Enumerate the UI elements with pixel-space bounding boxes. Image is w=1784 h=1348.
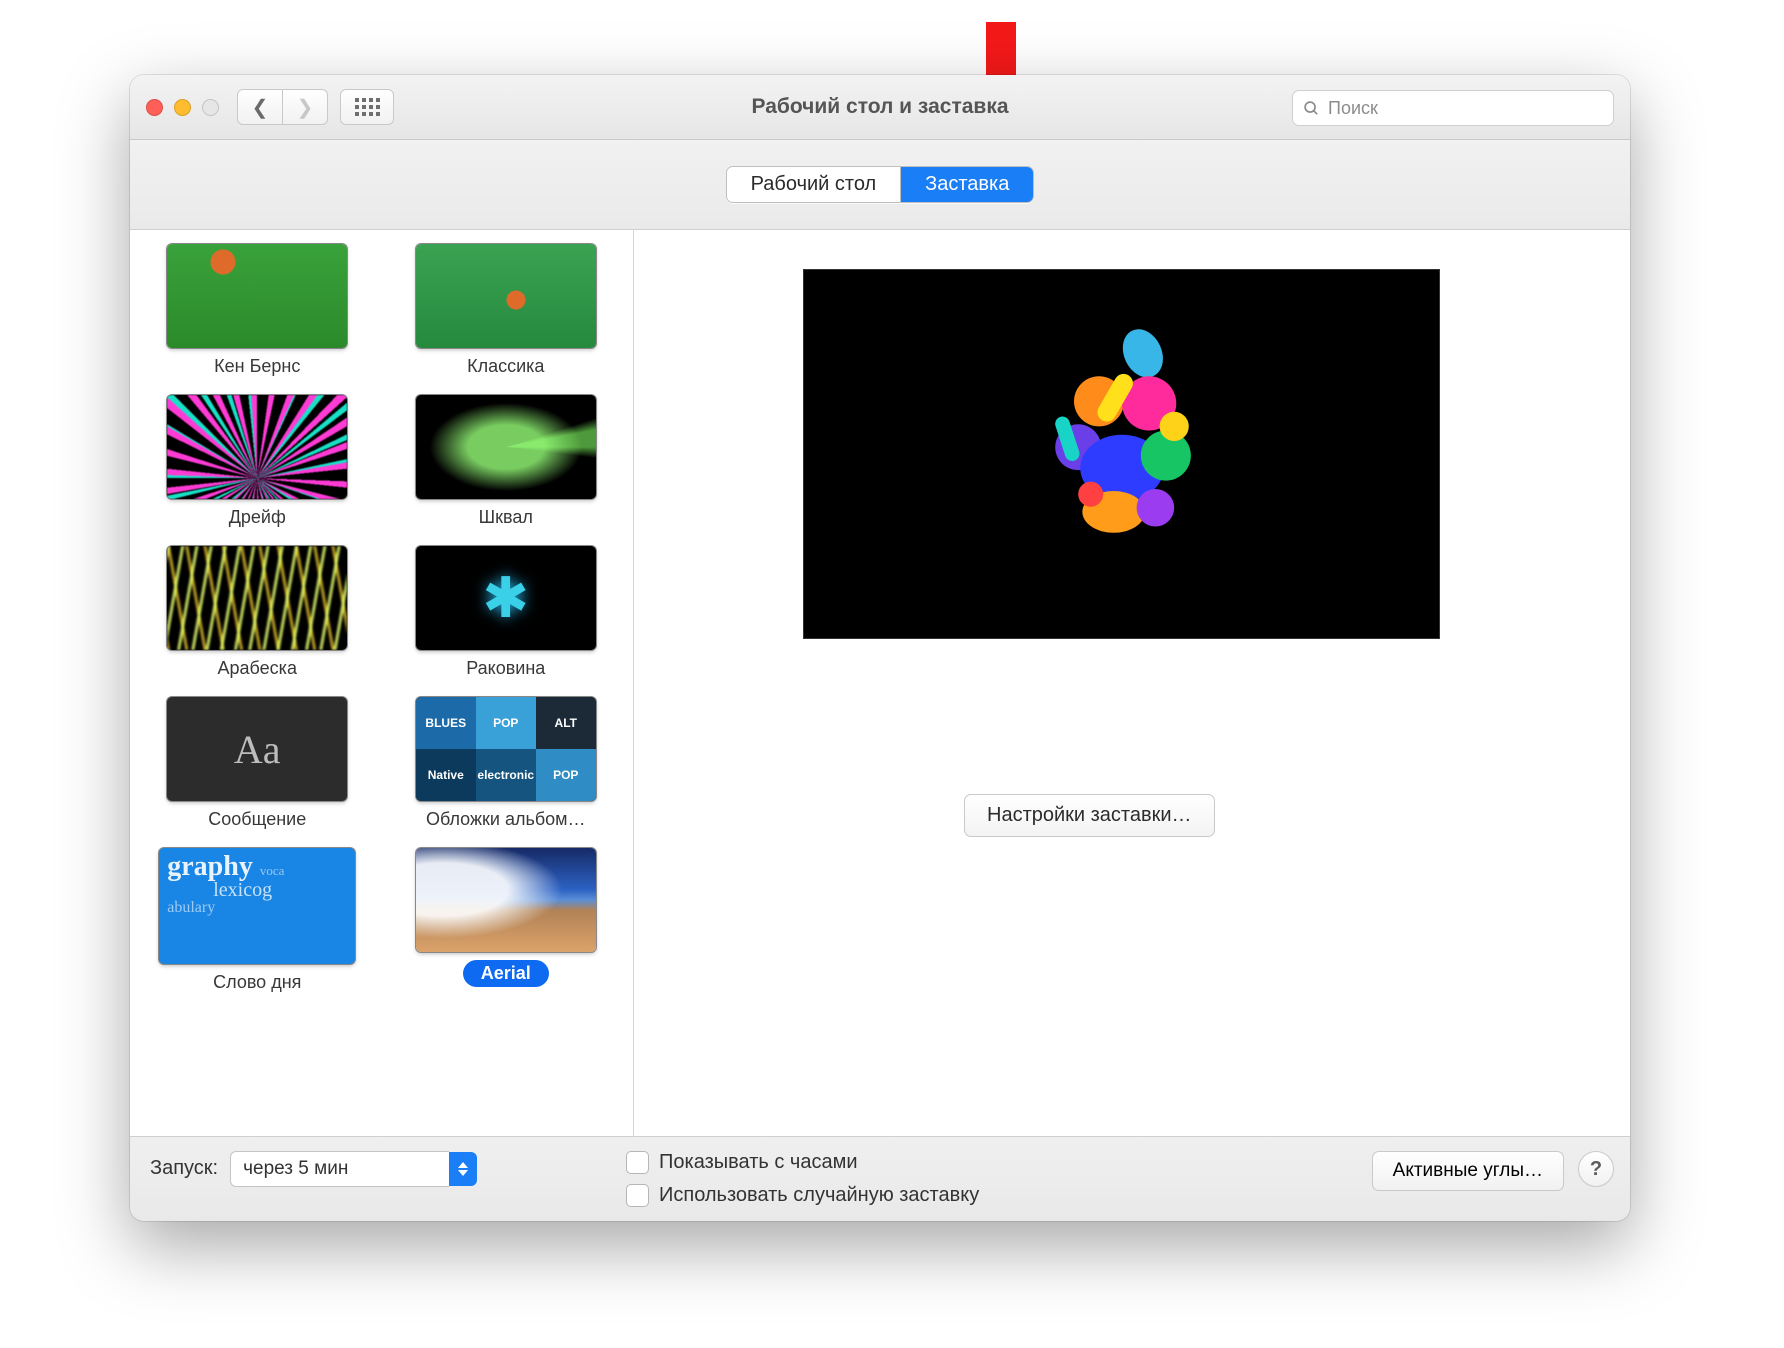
nav-forward-button: ❯	[283, 89, 328, 125]
start-after-select[interactable]: через 5 мин	[230, 1151, 477, 1187]
screensaver-drift[interactable]: Дрейф	[144, 395, 371, 528]
screensaver-gallery[interactable]: Кен Бернс Классика Дрейф Шквал	[130, 230, 634, 1136]
minimize-button[interactable]	[174, 99, 191, 116]
thumbnail	[416, 546, 596, 650]
preferences-window: ❮ ❯ Рабочий стол и заставка Поиск Рабочи…	[130, 75, 1630, 1221]
random-screensaver-label: Использовать случайную заставку	[659, 1184, 979, 1207]
screensaver-squall[interactable]: Шквал	[393, 395, 620, 528]
tab-bar: Рабочий стол Заставка	[130, 140, 1630, 230]
thumbnail	[416, 395, 596, 499]
tab-desktop[interactable]: Рабочий стол	[727, 167, 902, 202]
screensaver-aerial[interactable]: Aerial	[393, 848, 620, 993]
search-field[interactable]: Поиск	[1292, 90, 1614, 126]
stepper-icon	[449, 1152, 477, 1186]
show-all-prefs-button[interactable]	[340, 89, 394, 125]
thumbnail	[167, 395, 347, 499]
screensaver-word-of-day[interactable]: graphy voca lexicog abulary Слово дня	[144, 848, 371, 993]
show-clock-checkbox[interactable]: Показывать с часами	[626, 1151, 979, 1174]
titlebar: ❮ ❯ Рабочий стол и заставка Поиск	[130, 75, 1630, 140]
thumbnail	[416, 244, 596, 348]
screensaver-arabesque[interactable]: Арабеска	[144, 546, 371, 679]
thumbnail	[167, 546, 347, 650]
thumbnail: graphy voca lexicog abulary	[159, 848, 355, 964]
thumbnail	[416, 848, 596, 952]
search-placeholder: Поиск	[1328, 98, 1378, 119]
window-controls	[146, 99, 219, 116]
checkbox-icon	[626, 1151, 649, 1174]
screensaver-options-button[interactable]: Настройки заставки…	[964, 794, 1215, 837]
screensaver-preview[interactable]	[804, 270, 1439, 638]
search-icon	[1303, 100, 1320, 117]
checkbox-icon	[626, 1184, 649, 1207]
random-screensaver-checkbox[interactable]: Использовать случайную заставку	[626, 1184, 979, 1207]
show-clock-label: Показывать с часами	[659, 1151, 858, 1174]
hot-corners-button[interactable]: Активные углы…	[1372, 1151, 1564, 1191]
screensaver-ken-burns[interactable]: Кен Бернс	[144, 244, 371, 377]
close-button[interactable]	[146, 99, 163, 116]
zoom-button	[202, 99, 219, 116]
nav-back-button[interactable]: ❮	[237, 89, 283, 125]
screensaver-classic[interactable]: Классика	[393, 244, 620, 377]
screensaver-shell[interactable]: Раковина	[393, 546, 620, 679]
help-button[interactable]: ?	[1578, 1151, 1614, 1187]
tab-screensaver[interactable]: Заставка	[901, 167, 1033, 202]
screensaver-message[interactable]: Aa Сообщение	[144, 697, 371, 830]
thumbnail: Aa	[167, 697, 347, 801]
thumbnail: BLUESPOPALTNativeelectronicPOP	[416, 697, 596, 801]
preview-pane: Настройки заставки…	[634, 230, 1630, 1136]
footer-controls: Запуск: через 5 мин Показывать с часами …	[130, 1137, 1630, 1221]
thumbnail	[167, 244, 347, 348]
apple-logo-artwork	[1017, 322, 1227, 562]
start-after-label: Запуск:	[150, 1157, 218, 1180]
start-after-value: через 5 мин	[230, 1151, 449, 1187]
screensaver-album-covers[interactable]: BLUESPOPALTNativeelectronicPOP Обложки а…	[393, 697, 620, 830]
